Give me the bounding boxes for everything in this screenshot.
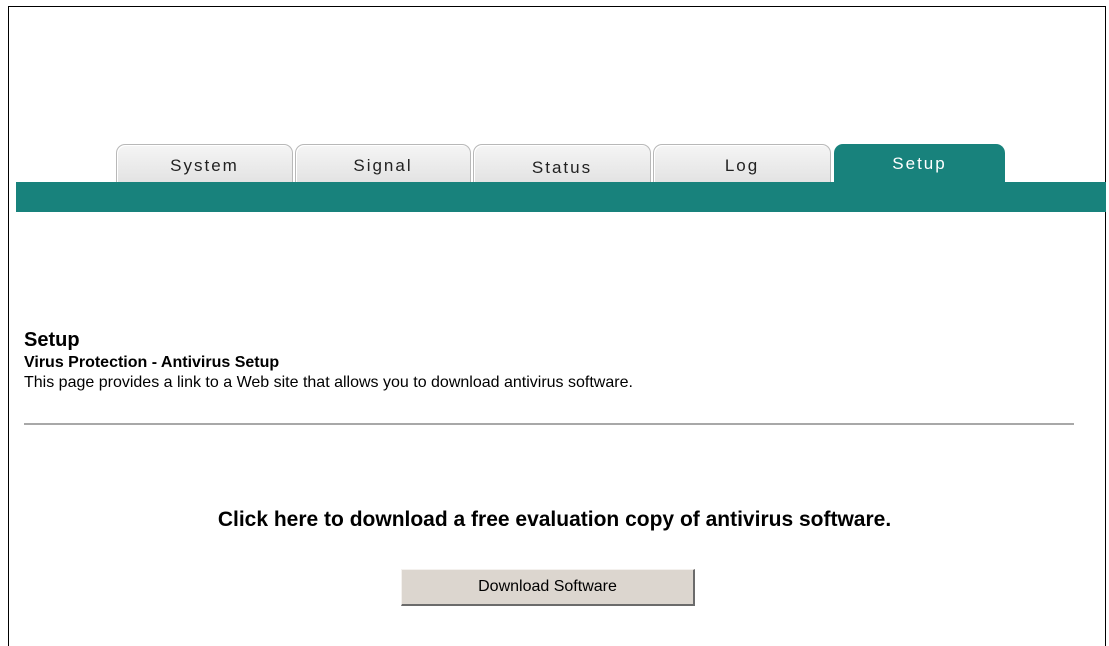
tab-system[interactable]: System [116,144,293,184]
tab-signal[interactable]: Signal [295,144,471,184]
section-divider [24,423,1074,425]
tab-setup[interactable]: Setup [834,144,1005,184]
tab-bar: System Signal Status Log Setup [0,0,1109,215]
tab-underline-band [16,182,1106,212]
tab-status[interactable]: Status [473,144,651,184]
page-subtitle: Virus Protection - Antivirus Setup [24,354,280,371]
tab-log[interactable]: Log [653,144,831,184]
page-header: Setup Virus Protection - Antivirus Setup… [24,328,1076,393]
download-prompt: Click here to download a free evaluation… [217,508,892,531]
page-description: This page provides a link to a Web site … [24,374,633,391]
download-software-button[interactable]: Download Software [401,569,695,606]
page-title: Setup [24,329,80,351]
